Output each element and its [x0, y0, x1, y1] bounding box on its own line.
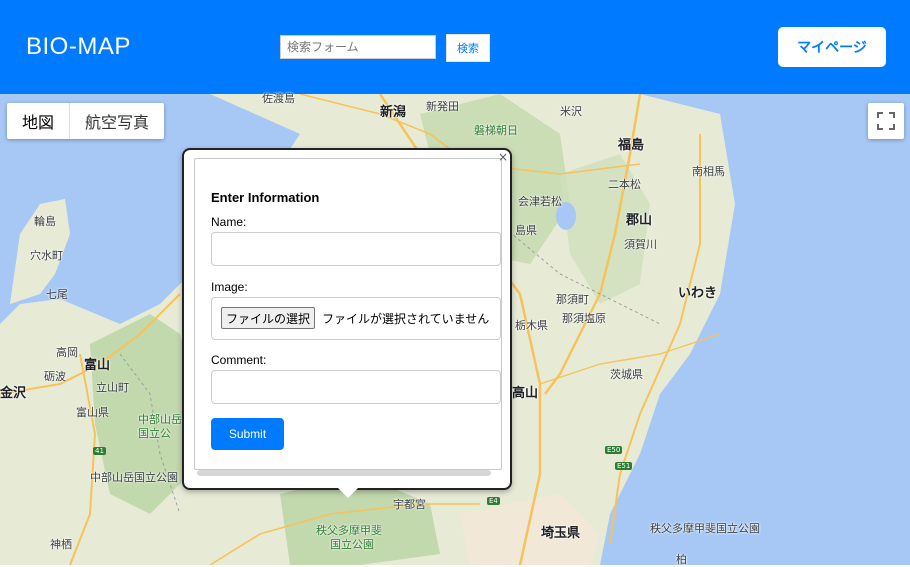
- map-label-takaoka: 高岡: [56, 346, 78, 359]
- road-shield-e51: E51: [615, 462, 633, 470]
- map-label-kanazawa: 金沢: [0, 386, 27, 401]
- map-label-kashiwa: 埼玉県: [541, 526, 581, 541]
- map-label-fukushima-pref: 島県: [515, 224, 537, 237]
- map-type-control: 地図 航空写真: [7, 103, 165, 139]
- submit-button[interactable]: Submit: [211, 418, 284, 450]
- map-label-tateyama: 立山町: [96, 381, 129, 394]
- map-label-sado: 佐渡島: [262, 92, 295, 105]
- map-label-tonami: 砺波: [44, 370, 66, 383]
- map-label-niigata: 新潟: [380, 105, 407, 120]
- map-label-kamisu: 秩父多摩甲斐国立公園: [650, 522, 760, 535]
- map-type-map[interactable]: 地図: [7, 103, 71, 139]
- fullscreen-button[interactable]: [868, 103, 904, 139]
- name-label: Name:: [211, 215, 247, 229]
- map-label-toyama-pref: 富山県: [76, 406, 109, 419]
- map-label-iwaki: いわき: [678, 286, 718, 301]
- map-type-satellite[interactable]: 航空写真: [70, 103, 164, 139]
- map-label-saitama: 宇都宮: [393, 498, 426, 511]
- image-label: Image:: [211, 280, 248, 294]
- file-choose-button[interactable]: ファイルの選択: [221, 307, 316, 329]
- name-field[interactable]: [211, 232, 501, 266]
- search-button[interactable]: 検索: [446, 34, 490, 62]
- road-shield-e4: E4: [487, 497, 500, 505]
- comment-field[interactable]: [211, 370, 501, 404]
- map-label-fukushima: 福島: [618, 138, 645, 153]
- form-title: Enter Information: [211, 190, 320, 205]
- info-window-tail: [338, 488, 358, 498]
- brand-logo[interactable]: BIO-MAP: [26, 33, 131, 61]
- map-label-anamizu: 穴水町: [30, 249, 63, 262]
- road-shield-41: 41: [93, 447, 106, 455]
- map-label-nihonmatsu: 二本松: [608, 178, 641, 191]
- road-shield-e50: E50: [605, 446, 623, 454]
- map-label-chubu-park-2: 国立公: [138, 427, 171, 440]
- map-label-nasu: 那須町: [556, 293, 589, 306]
- map-label-takayama: 中部山岳国立公園: [90, 471, 178, 484]
- map-label-toyama: 富山: [84, 358, 111, 373]
- close-icon[interactable]: ×: [498, 150, 508, 164]
- file-status-text: ファイルが選択されていません: [322, 312, 490, 326]
- map-label-minamisoma: 南相馬: [692, 165, 725, 178]
- map-label-nanao: 七尾: [46, 288, 68, 301]
- map-label-ibaraki: 茨城県: [610, 368, 643, 381]
- map-label-bandai-park: 磐梯朝日: [474, 124, 518, 137]
- fullscreen-icon: [877, 112, 895, 130]
- comment-label: Comment:: [211, 353, 267, 367]
- mypage-button[interactable]: マイページ: [778, 27, 886, 67]
- top-header: BIO-MAP 検索 マイページ: [0, 0, 910, 94]
- map-label-yonezawa: 米沢: [560, 105, 582, 118]
- map-label-chichibu-park-2: 国立公園: [330, 538, 374, 551]
- map-label-tochigi: 栃木県: [515, 319, 548, 332]
- map-label-utsunomiya: 高山: [512, 386, 539, 401]
- map-label-aizuwakamatsu: 会津若松: [518, 195, 562, 208]
- map-label-gifu: 神栖: [50, 538, 72, 551]
- horizontal-scrollbar[interactable]: [197, 470, 491, 476]
- map-label-nasushiobara: 那須塩原: [562, 312, 606, 325]
- map-label-shibata: 新発田: [426, 100, 459, 113]
- map-label-koriyama: 郡山: [626, 213, 653, 228]
- map-label-sukagawa: 須賀川: [624, 238, 657, 251]
- map-label-wajima: 輪島: [34, 215, 56, 228]
- search-input[interactable]: [280, 35, 436, 59]
